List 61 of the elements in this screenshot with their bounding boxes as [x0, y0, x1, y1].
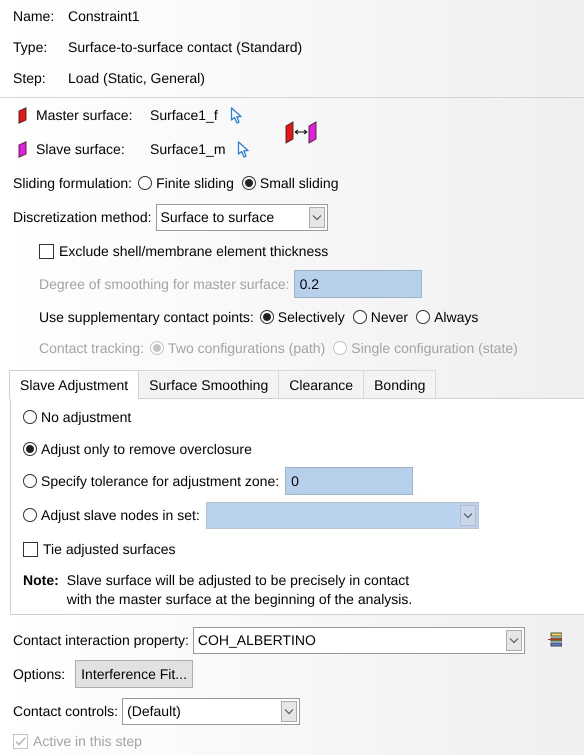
- field-label: Step:: [13, 70, 47, 86]
- radio-button[interactable]: [416, 310, 430, 324]
- field-value: Surface-to-surface contact (Standard): [68, 38, 302, 54]
- field-value: Load (Static, General): [68, 70, 205, 86]
- chevron-down-icon: [312, 214, 322, 220]
- field-label: Degree of smoothing for master surface:: [39, 276, 290, 292]
- field-value: Constraint1: [68, 8, 140, 24]
- dropdown[interactable]: Surface to surface: [156, 204, 328, 230]
- radio-label[interactable]: Small sliding: [260, 175, 338, 191]
- radio-button[interactable]: [23, 410, 37, 424]
- radio-label[interactable]: Specify tolerance for adjustment zone:: [41, 473, 280, 489]
- radio-label[interactable]: Adjust only to remove overclosure: [41, 441, 252, 457]
- field-label: Discretization method:: [13, 209, 152, 225]
- dropdown[interactable]: (Default): [122, 698, 300, 724]
- tab[interactable]: Slave Adjustment: [9, 370, 140, 399]
- checkbox[interactable]: [23, 542, 38, 556]
- tab[interactable]: Clearance: [278, 370, 364, 398]
- radio-label[interactable]: Finite sliding: [156, 175, 234, 191]
- chevron-down-icon: [462, 512, 473, 518]
- radio-label[interactable]: Selectively: [278, 309, 345, 325]
- radio-button[interactable]: [23, 474, 37, 488]
- dropdown[interactable]: COH_ALBERTINO: [192, 626, 525, 654]
- field-label: Name:: [13, 8, 56, 24]
- field-label: Use supplementary contact points:: [39, 309, 254, 325]
- radio-button[interactable]: [23, 442, 37, 456]
- input-field[interactable]: 0: [285, 467, 414, 495]
- contact-pair-icon: [285, 120, 317, 144]
- chevron-down-icon: [508, 636, 519, 644]
- note-text: Slave surface will be adjusted to be precisely in contact with the master surface at the beginning of the analysis.: [66, 571, 412, 609]
- radio-label[interactable]: Never: [370, 309, 408, 325]
- checkbox-label[interactable]: Exclude shell/membrane element thickness: [59, 243, 328, 259]
- tab[interactable]: Surface Smoothing: [138, 370, 280, 398]
- radio-label[interactable]: Adjust slave nodes in set:: [41, 507, 200, 523]
- field-value: Surface1_m: [150, 141, 226, 157]
- field-value: Surface1_f: [150, 107, 218, 123]
- cursor-icon[interactable]: [237, 140, 252, 158]
- checkbox[interactable]: [39, 244, 54, 258]
- radio-button[interactable]: [260, 310, 274, 324]
- field-label: Contact interaction property:: [13, 632, 189, 648]
- field-label: Type:: [13, 38, 48, 54]
- surface-icon: [18, 106, 27, 124]
- field-label: Master surface:: [36, 107, 134, 123]
- tab[interactable]: Bonding: [363, 370, 436, 398]
- radio-button[interactable]: [23, 508, 37, 522]
- field-label: Contact tracking:: [39, 340, 144, 356]
- radio-button[interactable]: [352, 310, 367, 324]
- surface-icon: [18, 140, 27, 158]
- note-label: Note:: [23, 571, 59, 590]
- interference-fit-button[interactable]: Interference Fit...: [75, 660, 193, 688]
- radio-label[interactable]: Always: [434, 309, 478, 325]
- field-label: Sliding formulation:: [13, 175, 132, 191]
- checkbox-label[interactable]: Tie adjusted surfaces: [43, 541, 176, 557]
- cursor-icon[interactable]: [230, 106, 244, 124]
- radio-button[interactable]: [138, 176, 152, 190]
- field-label: Slave surface:: [36, 141, 126, 157]
- radio-label[interactable]: No adjustment: [41, 409, 132, 425]
- field-label: Options:: [13, 666, 66, 682]
- chevron-down-icon: [284, 708, 294, 714]
- property-manager-icon[interactable]: [548, 632, 562, 648]
- radio-button[interactable]: [242, 176, 256, 190]
- field-label: Contact controls:: [13, 703, 118, 719]
